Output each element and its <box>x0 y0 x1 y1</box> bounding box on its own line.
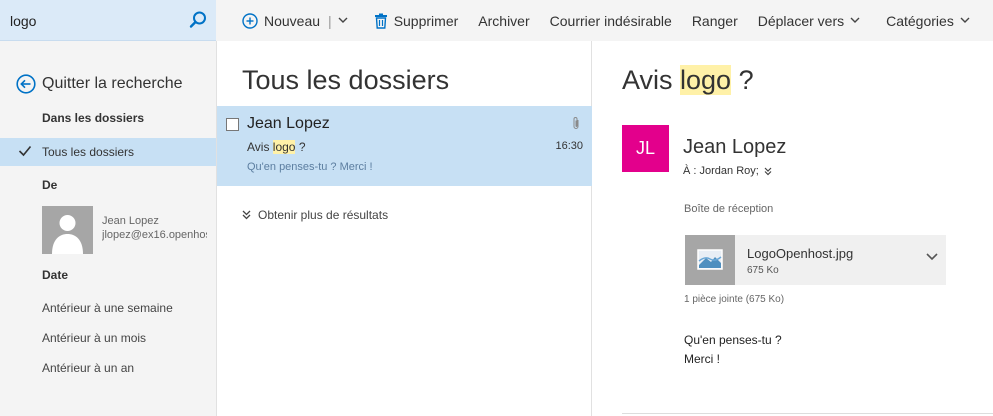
recipients-line: À : Jordan Roy; <box>683 165 772 177</box>
move-to-button[interactable]: Déplacer vers <box>758 13 866 29</box>
reading-pane: Avis logo ? JL Jean Lopez À : Jordan Roy… <box>593 41 993 416</box>
message-list-item[interactable]: Jean Lopez Avis logo ? 16:30 Qu'en pense… <box>217 106 592 186</box>
sweep-button[interactable]: Ranger <box>692 13 738 29</box>
search-box[interactable] <box>0 0 216 41</box>
message-time: 16:30 <box>555 140 583 152</box>
page-title: Tous les dossiers <box>242 65 450 95</box>
attachment-name: LogoOpenhost.jpg <box>747 246 854 261</box>
date-heading: Date <box>42 268 69 282</box>
reading-divider <box>622 413 993 414</box>
reading-subject: Avis logo ? <box>622 65 754 96</box>
categories-label: Catégories <box>886 12 954 29</box>
date-filter-month[interactable]: Antérieur à un mois <box>42 331 146 345</box>
image-file-icon <box>685 235 735 285</box>
message-body: Qu'en penses-tu ? Merci ! <box>684 331 782 369</box>
trash-icon <box>374 13 387 29</box>
delete-label: Supprimer <box>393 12 459 29</box>
new-label: Nouveau <box>264 12 321 29</box>
sender-filter-email: jlopez@ex16.openhost <box>102 229 207 241</box>
message-subject: Avis logo ? <box>247 140 306 154</box>
sweep-label: Ranger <box>691 12 738 29</box>
message-list-pane: Tous les dossiers Jean Lopez Avis logo ?… <box>216 41 592 416</box>
exit-search-label: Quitter la recherche <box>42 75 183 92</box>
reading-subject-suffix: ? <box>731 65 754 95</box>
avatar <box>42 206 93 254</box>
chevron-down-icon <box>850 17 860 23</box>
date-filter-week[interactable]: Antérieur à une semaine <box>42 301 173 315</box>
junk-label: Courrier indésirable <box>549 12 672 29</box>
folder-filter-all[interactable]: Tous les dossiers <box>0 138 216 166</box>
toolbar: Nouveau | Supprimer Archiver Courrier in… <box>216 0 993 41</box>
attachment-count: 1 pièce jointe (675 Ko) <box>684 294 785 305</box>
message-checkbox[interactable] <box>226 118 239 131</box>
message-sender: Jean Lopez <box>247 115 330 132</box>
date-filter-year[interactable]: Antérieur à un an <box>42 361 134 375</box>
archive-button[interactable]: Archiver <box>478 13 529 29</box>
folder-filter-label: Tous les dossiers <box>42 145 135 159</box>
message-subject-suffix: ? <box>295 140 306 154</box>
archive-label: Archiver <box>478 12 530 29</box>
double-chevron-down-icon <box>242 210 251 220</box>
person-silhouette-icon <box>52 215 83 254</box>
attachment-card[interactable]: LogoOpenhost.jpg 675 Ko <box>685 235 946 285</box>
search-term-highlight: logo <box>680 65 732 95</box>
paperclip-icon <box>573 117 579 129</box>
search-icon[interactable] <box>188 10 208 30</box>
message-body-line: Merci ! <box>684 352 720 366</box>
sender-filter[interactable]: Jean Lopez jlopez@ex16.openhost <box>42 206 207 254</box>
categories-button[interactable]: Catégories <box>886 13 976 29</box>
message-folder: Boîte de réception <box>684 203 774 215</box>
junk-button[interactable]: Courrier indésirable <box>550 13 672 29</box>
sender-filter-name: Jean Lopez <box>102 215 159 227</box>
attachment-size: 675 Ko <box>747 265 779 276</box>
chevron-down-icon[interactable] <box>338 17 348 24</box>
search-refiner-pane: Quitter la recherche Dans les dossiers T… <box>0 41 216 416</box>
more-results-link[interactable]: Obtenir plus de résultats <box>242 208 388 222</box>
exit-search-button[interactable]: Quitter la recherche <box>16 74 183 94</box>
back-arrow-icon <box>16 74 36 94</box>
chevron-down-icon[interactable] <box>926 253 938 261</box>
search-term-highlight: logo <box>272 140 296 154</box>
recipients-text[interactable]: À : Jordan Roy; <box>683 165 759 177</box>
reading-subject-prefix: Avis <box>622 65 681 95</box>
plus-circle-icon <box>242 12 258 29</box>
in-folders-heading: Dans les dossiers <box>42 111 145 125</box>
message-subject-prefix: Avis <box>247 140 273 154</box>
message-body-line: Qu'en penses-tu ? <box>684 333 782 347</box>
expand-recipients-icon[interactable] <box>764 167 772 176</box>
new-button[interactable]: Nouveau | <box>242 13 354 29</box>
sender-avatar[interactable]: JL <box>622 125 669 172</box>
chevron-down-icon <box>960 17 970 23</box>
reading-sender[interactable]: Jean Lopez <box>683 136 786 159</box>
delete-button[interactable]: Supprimer <box>374 12 459 29</box>
checkmark-icon <box>18 145 32 157</box>
message-preview: Qu'en penses-tu ? Merci ! <box>247 161 373 173</box>
search-input[interactable] <box>10 9 180 33</box>
new-separator: | <box>328 12 332 29</box>
from-heading: De <box>42 178 58 192</box>
more-results-label: Obtenir plus de résultats <box>258 208 389 222</box>
move-to-label: Déplacer vers <box>757 12 845 29</box>
